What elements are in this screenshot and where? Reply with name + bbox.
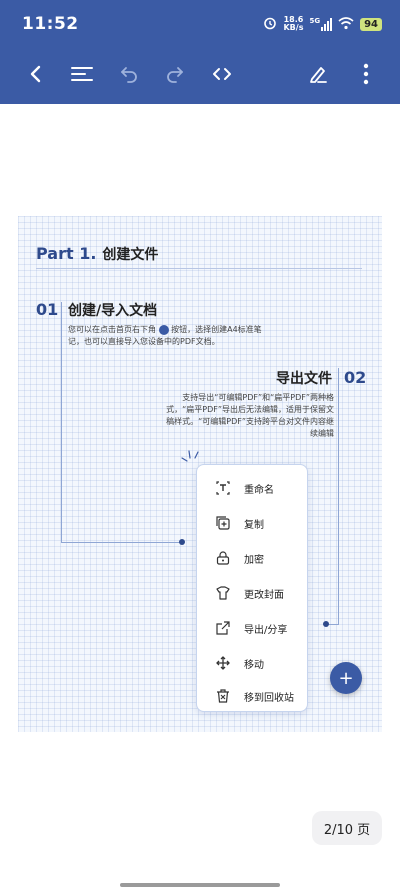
menu-item-move[interactable]: 移动: [197, 646, 309, 680]
copy-icon: [215, 515, 231, 531]
part-title: Part 1. 创建文件: [36, 244, 158, 264]
net-speed-unit: KB/s: [283, 23, 304, 32]
code-icon[interactable]: [208, 60, 236, 88]
net-speed: 18.6 KB/s: [283, 16, 303, 32]
app-bar: 11:52 18.6 KB/s 5G 94: [0, 0, 400, 104]
trash-icon: [215, 688, 231, 704]
move-icon: [215, 655, 231, 671]
undo-icon[interactable]: [115, 60, 143, 88]
section-text-create: 您可以在点击首页右下角 按钮，选择创建A4标准笔记，也可以直接导入您设备中的PD…: [68, 324, 268, 348]
file-context-menu: 重命名 复制 加密 更改封面 导出/分享 移动 移到回收站: [196, 464, 308, 712]
title-divider: [36, 268, 362, 269]
text-before-button: 您可以在点击首页右下角: [68, 325, 156, 334]
rename-icon: [215, 480, 231, 496]
add-button-inline-icon: [158, 324, 169, 335]
status-time: 11:52: [22, 14, 79, 34]
sparkle-decoration-icon: [180, 450, 202, 466]
section-text-export: 支持导出“可编辑PDF”和“扁平PDF”两种格式，“扁平PDF”导出后无法编辑，…: [166, 393, 334, 438]
menu-label: 导出/分享: [244, 624, 288, 636]
back-icon[interactable]: [22, 60, 50, 88]
editor-toolbar: [0, 52, 400, 96]
menu-label: 更改封面: [244, 589, 284, 601]
more-icon[interactable]: [352, 60, 380, 88]
section-number-01: 01: [36, 300, 59, 319]
lock-icon: [215, 550, 231, 566]
wifi-icon: [338, 15, 354, 34]
menu-label: 重命名: [244, 484, 274, 496]
menu-label: 复制: [244, 519, 264, 531]
home-indicator[interactable]: [120, 883, 280, 887]
add-fab-button[interactable]: +: [330, 662, 362, 694]
status-bar: 11:52 18.6 KB/s 5G 94: [0, 0, 400, 44]
menu-label: 移动: [244, 659, 264, 671]
battery-indicator: 94: [360, 17, 382, 31]
cover-icon: [215, 585, 231, 601]
menu-item-export-share[interactable]: 导出/分享: [197, 611, 309, 645]
connector-dot: [323, 621, 329, 627]
menu-item-copy[interactable]: 复制: [197, 506, 309, 540]
connector-line: [61, 542, 181, 543]
redo-icon[interactable]: [161, 60, 189, 88]
pen-icon[interactable]: [304, 60, 332, 88]
status-icons: 18.6 KB/s 5G 94: [263, 14, 382, 34]
export-icon: [215, 620, 231, 636]
connector-line: [338, 368, 339, 624]
section-heading-export: 导出文件: [276, 371, 332, 387]
menu-item-encrypt[interactable]: 加密: [197, 541, 309, 575]
section-number-02: 02: [344, 368, 367, 387]
connector-dot: [179, 539, 185, 545]
page-indicator[interactable]: 2/10 页: [312, 811, 382, 845]
section-heading-create: 创建/导入文档: [68, 303, 158, 319]
connector-line: [61, 302, 62, 542]
signal-label: 5G: [309, 17, 321, 25]
signal-icon: 5G: [309, 17, 333, 31]
menu-label: 移到回收站: [244, 692, 294, 704]
menu-item-change-cover[interactable]: 更改封面: [197, 576, 309, 610]
menu-label: 加密: [244, 554, 264, 566]
alarm-icon: [263, 15, 277, 34]
menu-item-rename[interactable]: 重命名: [197, 471, 309, 505]
menu-item-trash[interactable]: 移到回收站: [197, 679, 309, 713]
menu-icon[interactable]: [68, 60, 96, 88]
part-title-text: 创建文件: [102, 247, 159, 263]
part-number: Part 1.: [36, 244, 97, 263]
document-page[interactable]: Part 1. 创建文件 01 创建/导入文档 您可以在点击首页右下角 按钮，选择…: [18, 216, 382, 732]
